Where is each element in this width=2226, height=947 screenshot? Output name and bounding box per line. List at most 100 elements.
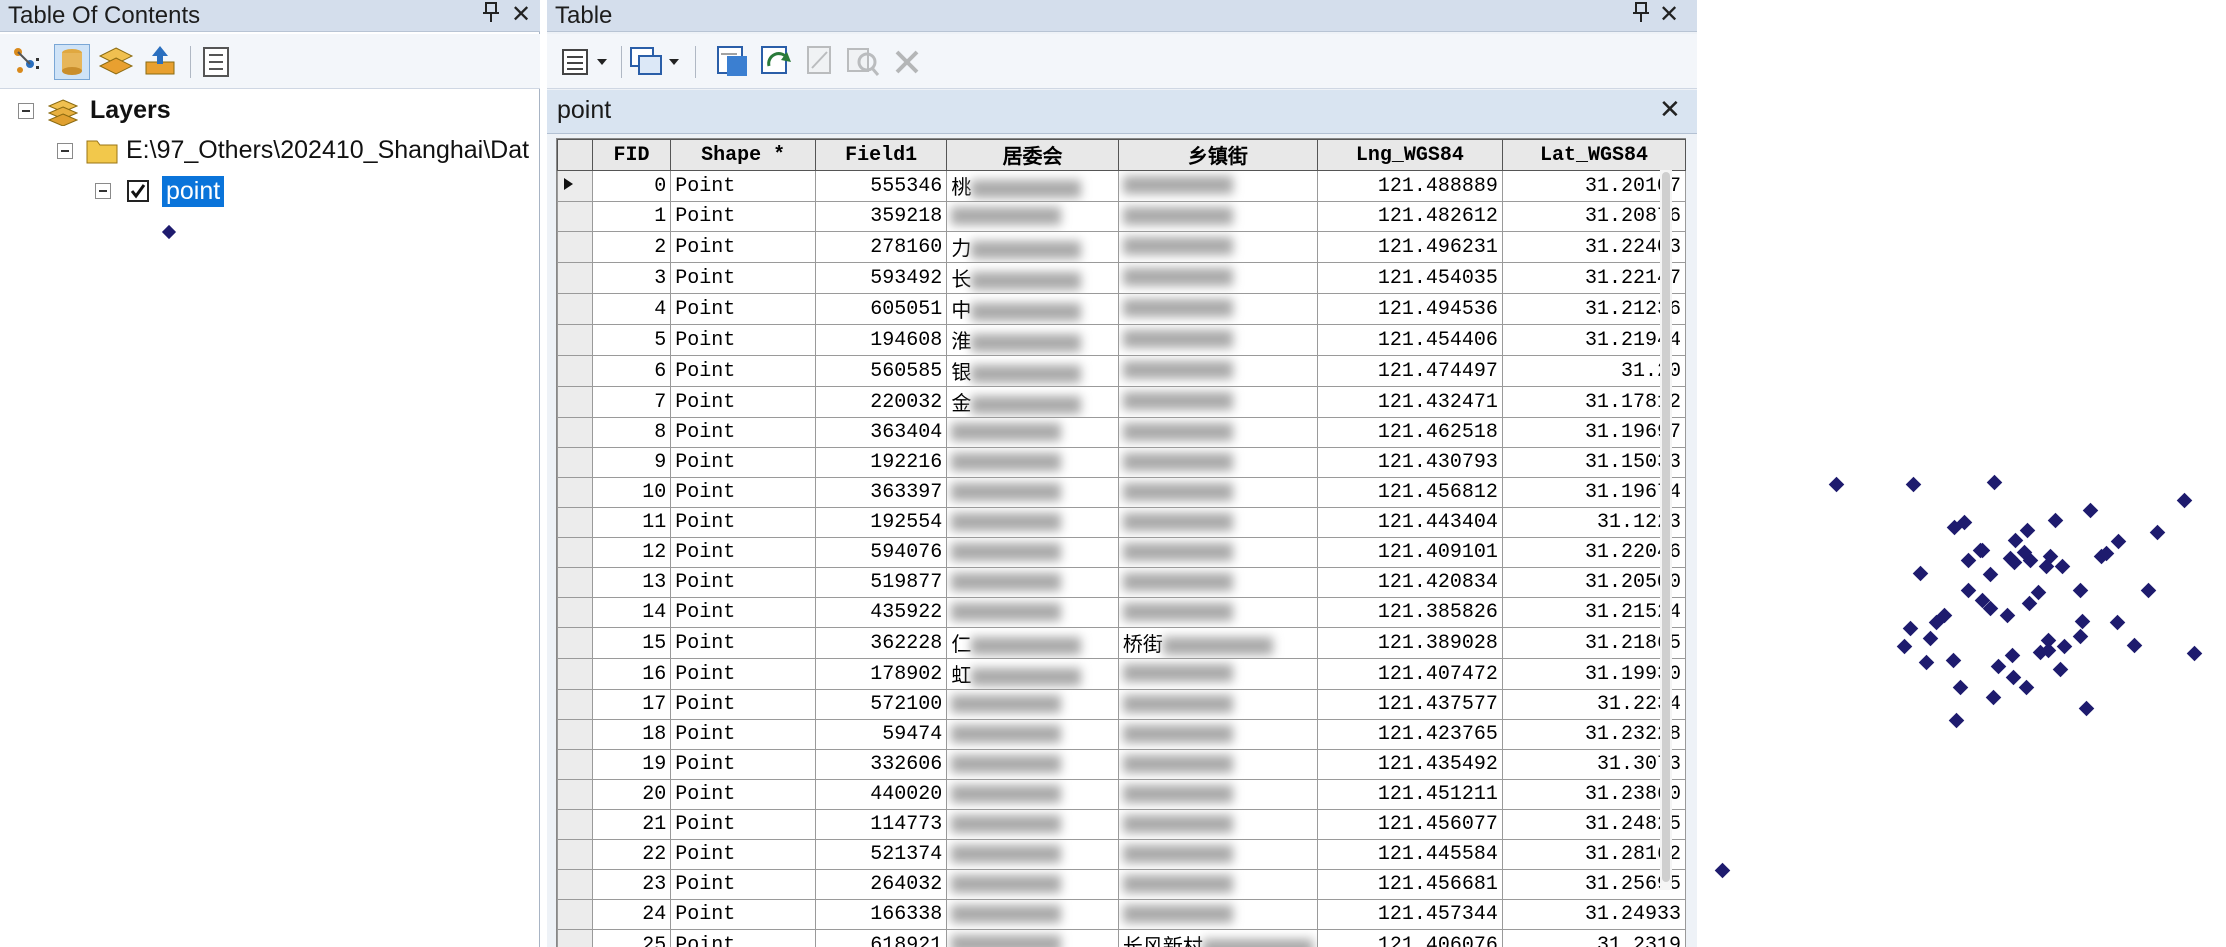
cell-lng[interactable]: 121.445584 — [1316, 839, 1503, 870]
row-selector[interactable] — [557, 324, 593, 356]
cell-field1[interactable]: 114773 — [814, 809, 948, 840]
table-row[interactable]: 5 Point 194608 淮 121.454406 31.21944 — [557, 324, 1686, 356]
layers-collapse-toggle[interactable] — [18, 103, 34, 119]
table-row[interactable]: 3 Point 593492 长 121.454035 31.22147 — [557, 262, 1686, 294]
cell-juweihui[interactable] — [946, 719, 1119, 750]
point-symbol-icon[interactable] — [161, 224, 177, 240]
cell-juweihui[interactable]: 银 — [946, 355, 1119, 387]
cell-field1[interactable]: 359218 — [814, 201, 948, 232]
table-row[interactable]: 11 Point 192554 121.443404 31.1223 — [557, 507, 1686, 538]
table-row[interactable]: 22 Point 521374 121.445584 31.28162 — [557, 839, 1686, 870]
cell-lat[interactable]: 31.19697 — [1501, 417, 1686, 448]
cell-xiangzhenjie[interactable] — [1117, 719, 1318, 750]
cell-shape[interactable]: Point — [670, 231, 816, 263]
cell-lng[interactable]: 121.454035 — [1316, 262, 1503, 294]
cell-field1[interactable]: 264032 — [814, 869, 948, 900]
cell-lng[interactable]: 121.494536 — [1316, 293, 1503, 325]
cell-lat[interactable]: 31.20107 — [1501, 170, 1686, 202]
cell-fid[interactable]: 17 — [591, 689, 672, 720]
cell-juweihui[interactable] — [946, 201, 1119, 232]
cell-field1[interactable]: 560585 — [814, 355, 948, 387]
cell-xiangzhenjie[interactable] — [1117, 324, 1318, 356]
toc-titlebar[interactable]: Table Of Contents — [0, 0, 540, 32]
table-row[interactable]: 20 Point 440020 121.451211 31.23860 — [557, 779, 1686, 810]
cell-juweihui[interactable]: 虹 — [946, 658, 1119, 690]
cell-xiangzhenjie[interactable] — [1117, 170, 1318, 202]
cell-juweihui[interactable] — [946, 477, 1119, 508]
cell-juweihui[interactable]: 淮 — [946, 324, 1119, 356]
cell-field1[interactable]: 555346 — [814, 170, 948, 202]
cell-shape[interactable]: Point — [670, 839, 816, 870]
cell-xiangzhenjie[interactable]: 桥街 — [1117, 627, 1318, 659]
table-row[interactable]: 23 Point 264032 121.456681 31.25695 — [557, 869, 1686, 900]
cell-fid[interactable]: 18 — [591, 719, 672, 750]
cell-fid[interactable]: 22 — [591, 839, 672, 870]
toc-pin-icon[interactable] — [478, 1, 504, 29]
column-header-lng[interactable]: Lng_WGS84 — [1316, 139, 1503, 171]
cell-field1[interactable]: 332606 — [814, 749, 948, 780]
row-selector[interactable] — [557, 899, 593, 930]
cell-xiangzhenjie[interactable] — [1117, 567, 1318, 598]
cell-xiangzhenjie[interactable] — [1117, 899, 1318, 930]
table-row[interactable]: 10 Point 363397 121.456812 31.19674 — [557, 477, 1686, 508]
row-selector[interactable] — [557, 537, 593, 568]
row-selector[interactable] — [557, 293, 593, 325]
row-selector[interactable] — [557, 929, 593, 947]
cell-shape[interactable]: Point — [670, 355, 816, 387]
cell-xiangzhenjie[interactable] — [1117, 507, 1318, 538]
cell-fid[interactable]: 12 — [591, 537, 672, 568]
cell-lat[interactable]: 31.20876 — [1501, 201, 1686, 232]
cell-fid[interactable]: 15 — [591, 627, 672, 659]
cell-juweihui[interactable] — [946, 597, 1119, 628]
cell-fid[interactable]: 9 — [591, 447, 672, 478]
cell-xiangzhenjie[interactable] — [1117, 293, 1318, 325]
cell-juweihui[interactable] — [946, 779, 1119, 810]
cell-juweihui[interactable]: 中 — [946, 293, 1119, 325]
cell-fid[interactable]: 19 — [591, 749, 672, 780]
cell-lng[interactable]: 121.457344 — [1316, 899, 1503, 930]
column-header-xiangzhenjie[interactable]: 乡镇街 — [1117, 139, 1318, 171]
point-layer-collapse-toggle[interactable] — [95, 183, 111, 199]
cell-juweihui[interactable] — [946, 809, 1119, 840]
cell-shape[interactable]: Point — [670, 386, 816, 418]
table-options-icon[interactable] — [559, 44, 615, 80]
cell-lng[interactable]: 121.385826 — [1316, 597, 1503, 628]
layers-label[interactable]: Layers — [90, 96, 171, 125]
cell-field1[interactable]: 363397 — [814, 477, 948, 508]
table-tab-close-button[interactable]: ✕ — [1659, 94, 1681, 125]
cell-lng[interactable]: 121.409101 — [1316, 537, 1503, 568]
row-selector[interactable] — [557, 719, 593, 750]
table-scrollbar-thumb[interactable] — [1662, 172, 1670, 882]
cell-field1[interactable]: 618921 — [814, 929, 948, 947]
cell-lng[interactable]: 121.423765 — [1316, 719, 1503, 750]
folder-collapse-toggle[interactable] — [57, 143, 73, 159]
cell-field1[interactable]: 363404 — [814, 417, 948, 448]
cell-lng[interactable]: 121.456812 — [1316, 477, 1503, 508]
cell-lng[interactable]: 121.420834 — [1316, 567, 1503, 598]
table-row[interactable]: 19 Point 332606 121.435492 31.3073 — [557, 749, 1686, 780]
cell-lat[interactable]: 31.20500 — [1501, 567, 1686, 598]
cell-shape[interactable]: Point — [670, 779, 816, 810]
cell-fid[interactable]: 5 — [591, 324, 672, 356]
cell-field1[interactable]: 192554 — [814, 507, 948, 538]
cell-field1[interactable]: 166338 — [814, 899, 948, 930]
cell-xiangzhenjie[interactable] — [1117, 537, 1318, 568]
cell-lat[interactable]: 31.25695 — [1501, 869, 1686, 900]
cell-xiangzhenjie[interactable] — [1117, 839, 1318, 870]
clear-selection-icon[interactable] — [803, 44, 839, 80]
row-selector[interactable] — [557, 386, 593, 418]
options-icon[interactable] — [198, 44, 234, 80]
cell-field1[interactable]: 192216 — [814, 447, 948, 478]
cell-lng[interactable]: 121.406076 — [1316, 929, 1503, 947]
row-selector[interactable] — [557, 507, 593, 538]
table-row[interactable]: 13 Point 519877 121.420834 31.20500 — [557, 567, 1686, 598]
row-selector[interactable] — [557, 839, 593, 870]
cell-fid[interactable]: 6 — [591, 355, 672, 387]
cell-field1[interactable]: 440020 — [814, 779, 948, 810]
cell-lat[interactable]: 31.22046 — [1501, 537, 1686, 568]
cell-lat[interactable]: 31.28162 — [1501, 839, 1686, 870]
table-tab-point[interactable]: point — [557, 96, 611, 125]
cell-juweihui[interactable]: 力 — [946, 231, 1119, 263]
cell-xiangzhenjie[interactable] — [1117, 658, 1318, 690]
folder-path-label[interactable]: E:\97_Others\202410_Shanghai\Dat — [126, 136, 536, 165]
